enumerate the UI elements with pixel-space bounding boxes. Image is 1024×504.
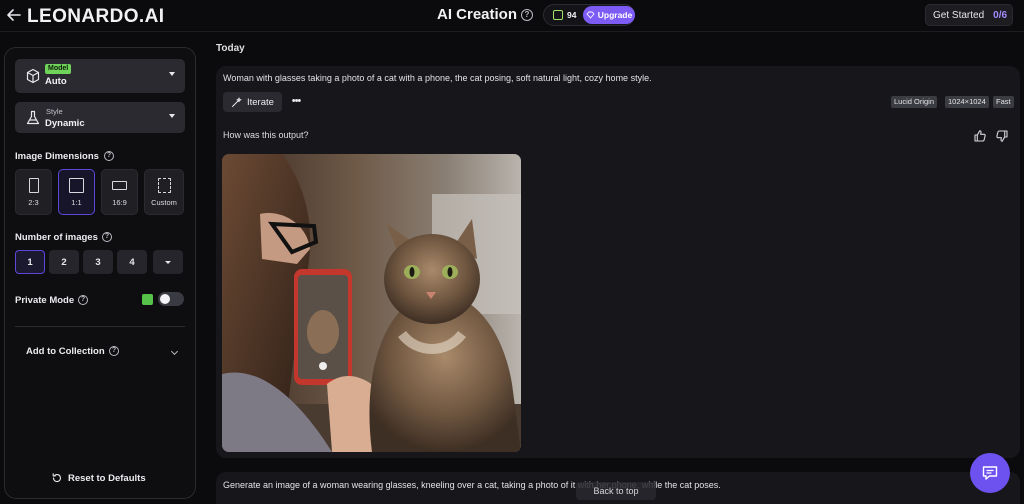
resolution-tag: 1024×1024 [945, 96, 989, 108]
get-started-label: Get Started [933, 9, 985, 21]
number-option-4[interactable]: 4 [117, 250, 147, 274]
iterate-button[interactable]: Iterate [223, 92, 282, 112]
square-icon [69, 178, 84, 193]
more-numbers-dropdown[interactable] [153, 250, 183, 274]
iterate-label: Iterate [247, 96, 274, 108]
dimension-16-9[interactable]: 16:9 [101, 169, 138, 215]
generated-image[interactable] [222, 154, 521, 452]
portrait-icon [28, 178, 39, 193]
help-icon[interactable]: ? [521, 9, 533, 21]
private-mode-toggle[interactable] [158, 292, 184, 306]
caret-down-icon [169, 72, 175, 76]
thumbs-up-icon[interactable] [973, 129, 987, 143]
feedback-question: How was this output? [223, 130, 309, 140]
token-balance[interactable]: 94 Upgrade [543, 4, 635, 26]
settings-sidebar: Model Auto Style Dynamic Image Dimension… [4, 47, 196, 499]
speed-tag: Fast [993, 96, 1014, 108]
help-icon[interactable]: ? [78, 295, 88, 305]
cube-icon [25, 68, 41, 84]
custom-size-icon [157, 178, 171, 193]
chat-support-button[interactable] [970, 453, 1010, 493]
style-value: Dynamic [45, 118, 85, 129]
number-option-3[interactable]: 3 [83, 250, 113, 274]
dimension-label: 2:3 [28, 198, 39, 207]
thumbs-down-icon[interactable] [995, 129, 1009, 143]
token-icon [553, 10, 563, 20]
token-count: 94 [567, 10, 577, 20]
caret-down-icon [169, 114, 175, 118]
get-started-button[interactable]: Get Started 0/6 [925, 4, 1013, 26]
help-icon[interactable]: ? [109, 346, 119, 356]
app-logo[interactable]: LEONARDO.AI [27, 6, 164, 28]
reset-icon [52, 473, 61, 483]
magic-wand-icon [231, 97, 242, 108]
upgrade-label: Upgrade [597, 10, 633, 20]
generation-prompt[interactable]: Woman with glasses taking a photo of a c… [223, 73, 652, 83]
model-value: Auto [45, 76, 67, 87]
private-mode-badge-icon [142, 294, 153, 305]
dimension-2-3[interactable]: 2:3 [15, 169, 52, 215]
more-options-icon[interactable]: ••• [288, 92, 304, 112]
number-option-2[interactable]: 2 [49, 250, 79, 274]
help-icon[interactable]: ? [102, 232, 112, 242]
model-tag: Lucid Origin [891, 96, 938, 108]
dimension-label: 16:9 [112, 198, 127, 207]
private-mode-label: Private Mode [15, 295, 75, 306]
add-to-collection-label: Add to Collection [26, 346, 105, 357]
number-of-images-label: Number of images [15, 232, 98, 243]
dimension-custom[interactable]: Custom [144, 169, 184, 215]
style-select[interactable]: Style Dynamic [15, 102, 185, 133]
model-tag: Model [45, 64, 72, 74]
toggle-knob [160, 294, 170, 304]
diamond-icon [586, 11, 595, 19]
flask-icon [25, 110, 41, 126]
reset-to-defaults-button[interactable]: Reset to Defaults [51, 471, 146, 485]
back-arrow-icon[interactable] [6, 6, 22, 24]
image-dimensions-label: Image Dimensions [15, 151, 99, 162]
divider [15, 326, 185, 327]
dimension-1-1[interactable]: 1:1 [58, 169, 95, 215]
style-label: Style [46, 107, 63, 116]
landscape-icon [112, 181, 127, 190]
reset-label: Reset to Defaults [68, 472, 146, 484]
dimension-label: 1:1 [71, 198, 82, 207]
caret-down-icon [165, 260, 171, 264]
chevron-down-icon [170, 347, 179, 356]
number-option-1[interactable]: 1 [15, 250, 45, 274]
dimension-label: Custom [151, 198, 177, 207]
add-to-collection[interactable]: Add to Collection ? [15, 338, 185, 366]
chat-icon [982, 466, 998, 480]
model-select[interactable]: Model Auto [15, 59, 185, 93]
get-started-progress: 0/6 [993, 9, 1008, 21]
upgrade-button[interactable]: Upgrade [583, 6, 635, 24]
section-date-label: Today [216, 43, 245, 54]
page-title: AI Creation [437, 6, 518, 23]
help-icon[interactable]: ? [104, 151, 114, 161]
top-bar: LEONARDO.AI AI Creation ? 94 Upgrade Get… [0, 0, 1024, 32]
back-to-top-button[interactable]: Back to top [576, 482, 656, 500]
generation-card: Woman with glasses taking a photo of a c… [216, 66, 1020, 458]
